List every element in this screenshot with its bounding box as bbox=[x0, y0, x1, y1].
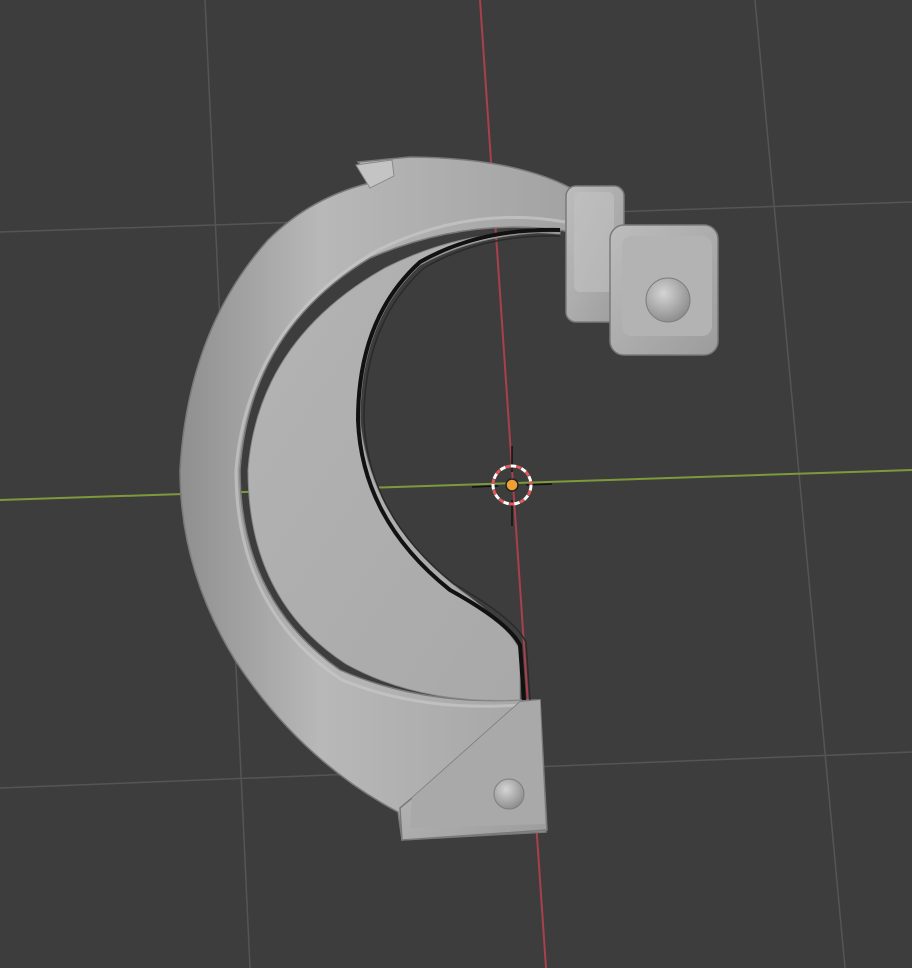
3d-viewport[interactable] bbox=[0, 0, 912, 968]
mesh-object[interactable] bbox=[179, 156, 719, 841]
bottom-knob bbox=[493, 778, 525, 810]
latch-knob bbox=[645, 277, 691, 323]
3d-cursor-icon[interactable] bbox=[471, 446, 553, 526]
x-axis-line bbox=[0, 469, 912, 501]
hinge-block-highlight bbox=[574, 192, 614, 292]
